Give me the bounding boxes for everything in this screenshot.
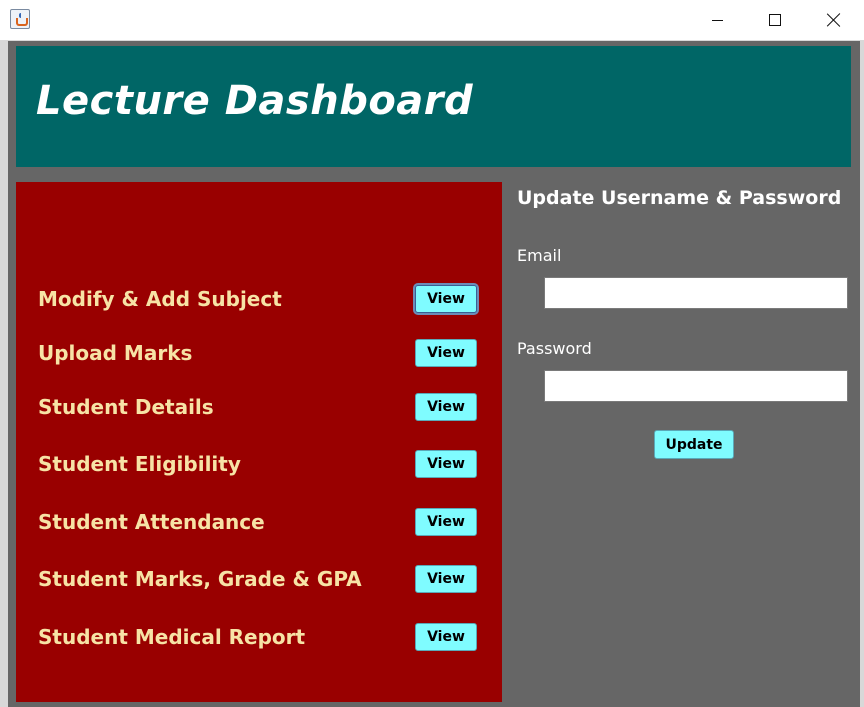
menu-item-student-medical-report-label: Student Medical Report — [38, 625, 306, 649]
update-button[interactable]: Update — [654, 430, 734, 459]
view-student-medical-report-button[interactable]: View — [415, 623, 477, 651]
menu-item-student-details-label: Student Details — [38, 395, 214, 419]
update-credentials-title: Update Username & Password — [517, 187, 842, 209]
java-cup-icon — [10, 9, 30, 29]
close-icon — [827, 13, 841, 27]
view-student-eligibility-button[interactable]: View — [415, 450, 477, 478]
maximize-button[interactable] — [746, 0, 804, 40]
window-frame-right — [860, 41, 864, 707]
email-label: Email — [517, 246, 562, 265]
password-label: Password — [517, 339, 592, 358]
menu-item-student-eligibility-label: Student Eligibility — [38, 452, 241, 476]
page-title: Lecture Dashboard — [36, 78, 474, 124]
menu-item-student-attendance-label: Student Attendance — [38, 510, 265, 534]
maximize-icon — [769, 14, 781, 26]
view-modify-add-subject-button[interactable]: View — [415, 285, 477, 313]
window-frame-left — [0, 41, 8, 707]
dashboard-header: Lecture Dashboard — [16, 46, 851, 167]
menu-item-upload-marks-label: Upload Marks — [38, 341, 193, 365]
menu-item-student-marks-grade-gpa-label: Student Marks, Grade & GPA — [38, 567, 362, 591]
password-field[interactable] — [544, 370, 848, 402]
close-button[interactable] — [805, 0, 863, 40]
view-student-marks-grade-gpa-button[interactable]: View — [415, 565, 477, 593]
menu-panel: Modify & Add Subject View Upload Marks V… — [16, 182, 502, 702]
minimize-button[interactable] — [688, 0, 746, 40]
view-student-attendance-button[interactable]: View — [415, 508, 477, 536]
window-title-bar — [0, 0, 864, 41]
minimize-icon — [711, 19, 723, 21]
menu-item-modify-add-subject-label: Modify & Add Subject — [38, 287, 282, 311]
view-student-details-button[interactable]: View — [415, 393, 477, 421]
email-field[interactable] — [544, 277, 848, 309]
view-upload-marks-button[interactable]: View — [415, 339, 477, 367]
